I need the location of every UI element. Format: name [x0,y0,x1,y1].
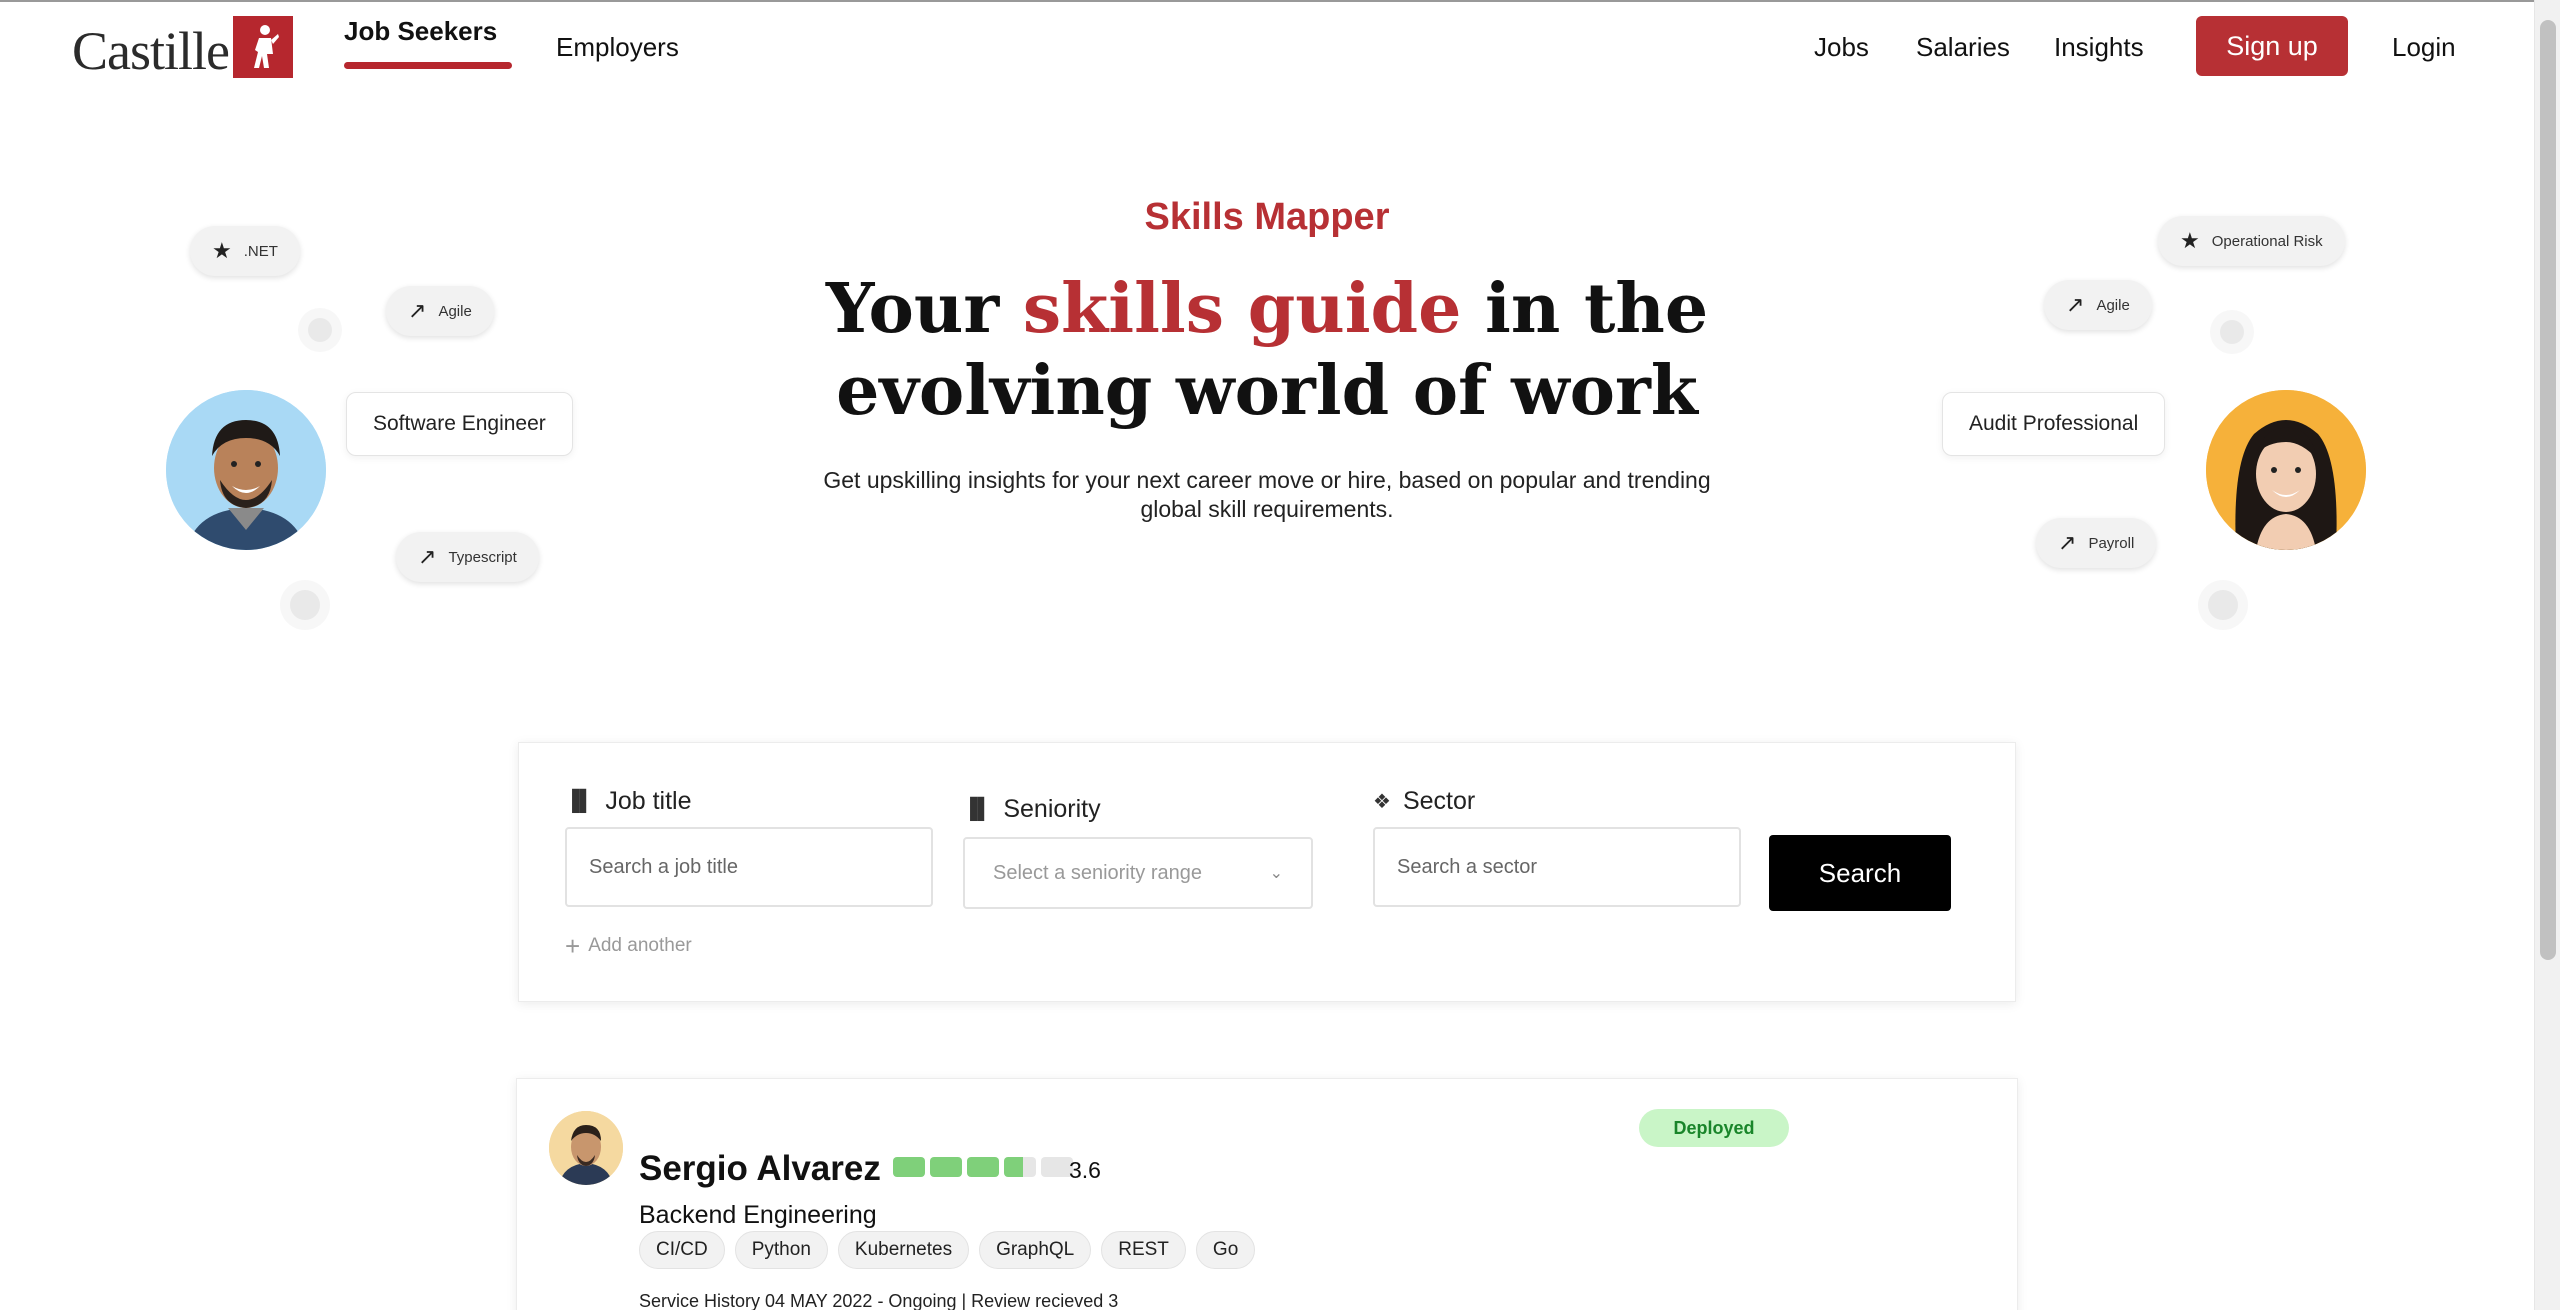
search-panel: ▐▌ Job title ▐▌ Seniority Select a senio… [518,742,2016,1002]
job-title-label: ▐▌ Job title [565,787,692,816]
skill-tag[interactable]: Kubernetes [837,1231,970,1269]
star-icon: ★ [2180,228,2200,253]
site-header: Castille Job Seekers Employers Jobs Sala… [0,0,2534,100]
skill-chip: ★ .NET [190,226,300,276]
rating-bar [893,1157,1073,1177]
seniority-label-text: Seniority [1003,795,1101,823]
hero-title-post: in the [1461,269,1709,349]
add-another-label: Add another [588,935,692,956]
chevron-down-icon: ⌄ [1269,865,1283,882]
seniority-select[interactable]: Select a seniority range ⌄ [963,837,1313,909]
rating-segment [1004,1157,1036,1177]
job-title-label-text: Job title [605,787,692,815]
nav-employers[interactable]: Employers [556,32,679,63]
bar-chart-icon: ▐▌ [565,790,594,812]
search-button[interactable]: Search [1769,835,1951,911]
page-scrollbar[interactable] [2534,0,2560,1310]
trending-up-icon: ↗ [408,298,427,323]
decorative-dot [308,318,332,342]
skill-chip: ↗ Typescript [396,532,539,582]
add-another-button[interactable]: + Add another [565,933,692,959]
job-title-input[interactable] [565,827,933,907]
trending-up-icon: ↗ [418,544,437,569]
skill-chip: ★ Operational Risk [2158,216,2345,266]
signup-button[interactable]: Sign up [2196,16,2348,76]
star-icon: ★ [212,238,232,263]
sector-label: ❖ Sector [1373,787,1475,816]
sector-label-text: Sector [1402,787,1476,815]
skill-chip: ↗ Payroll [2036,518,2157,568]
skill-chip-label: Agile [438,302,472,320]
bar-chart-icon: ▐▌ [963,798,992,820]
role-card: Audit Professional [1942,392,2166,456]
service-history: Service History 04 MAY 2022 - Ongoing | … [639,1291,1119,1310]
nav-active-indicator [344,62,512,69]
nav-jobs[interactable]: Jobs [1814,32,1869,63]
skill-tag[interactable]: CI/CD [639,1231,725,1269]
skill-tags: CI/CD Python Kubernetes GraphQL REST Go [639,1231,1256,1269]
logo-emblem-icon [232,16,293,78]
decorative-dot [2208,590,2238,620]
rating-value: 3.6 [1069,1157,1101,1183]
skill-chip-label: Agile [2096,296,2130,314]
skill-chip-label: Typescript [448,548,517,566]
hero-kicker: Skills Mapper [1144,196,1390,238]
skill-chip-label: .NET [243,242,278,260]
decorative-dot [2220,320,2244,344]
seniority-label: ▐▌ Seniority [963,795,1101,824]
avatar [549,1111,623,1185]
profile-name: Sergio Alvarez [639,1149,881,1188]
skill-chip: ↗ Agile [386,286,494,336]
hero-title-pre: Your [825,269,1023,349]
status-badge: Deployed [1639,1109,1789,1147]
role-card: Software Engineer [346,392,573,456]
skill-tag[interactable]: GraphQL [979,1231,1092,1269]
rating-segment [967,1157,999,1177]
profile-role: Backend Engineering [639,1201,877,1229]
hero-subtitle: Get upskilling insights for your next ca… [823,467,1711,522]
skill-chip-label: Operational Risk [2211,232,2323,250]
hero-title-accent: skills guide [1022,269,1462,349]
scrollbar-thumb[interactable] [2540,20,2556,960]
trending-up-icon: ↗ [2058,530,2077,555]
profile-card[interactable]: Sergio Alvarez 3.6 Deployed Backend Engi… [516,1078,2018,1310]
skill-chip-label: Payroll [2088,534,2135,552]
brand-name: Castille [72,21,230,81]
rating-segment [893,1157,925,1177]
trending-up-icon: ↗ [2066,292,2085,317]
decorative-dot [290,590,320,620]
rating-segment [930,1157,962,1177]
sector-icon: ❖ [1373,791,1391,813]
avatar [2206,390,2366,550]
nav-salaries[interactable]: Salaries [1916,32,2010,63]
avatar [166,390,326,550]
skill-tag[interactable]: REST [1101,1231,1186,1269]
skill-chip: ↗ Agile [2044,280,2152,330]
seniority-select-value: Select a seniority range [993,861,1203,884]
plus-icon: + [565,931,581,961]
skill-tag[interactable]: Python [734,1231,828,1269]
brand-logo[interactable]: Castille [72,16,293,78]
nav-job-seekers[interactable]: Job Seekers [344,16,497,47]
nav-insights[interactable]: Insights [2054,32,2144,63]
skill-tag[interactable]: Go [1195,1231,1256,1269]
sector-input[interactable] [1373,827,1741,907]
login-link[interactable]: Login [2392,32,2456,63]
